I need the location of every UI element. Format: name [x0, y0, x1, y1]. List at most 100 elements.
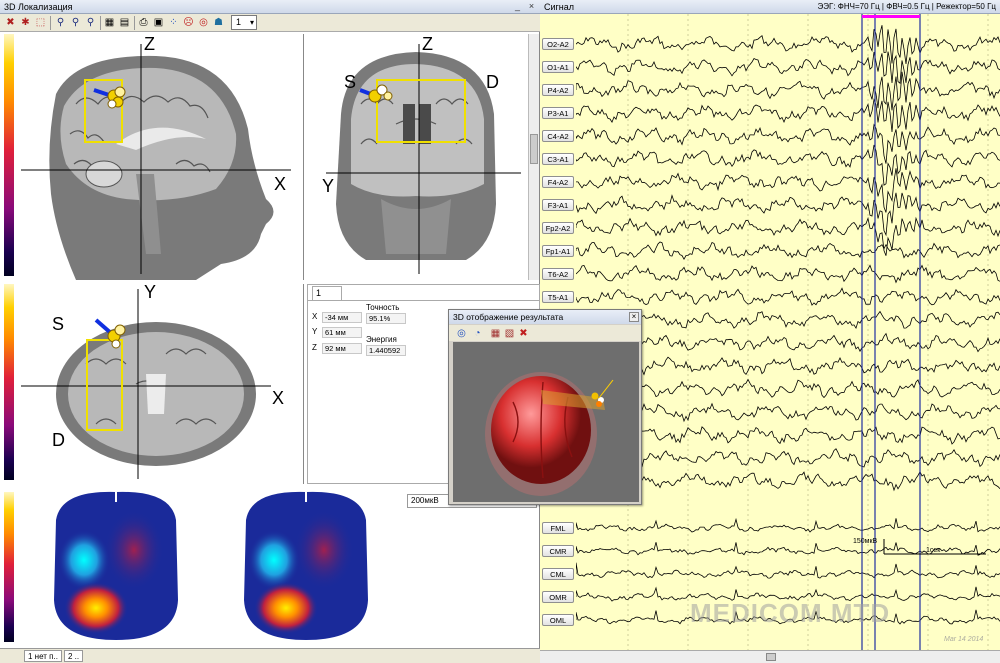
- info-tab[interactable]: 1: [312, 286, 342, 300]
- bottom-tab-2[interactable]: 2 ..: [64, 650, 84, 662]
- side-s-label-axial: S: [52, 314, 65, 334]
- pin-multi-icon[interactable]: ⚲: [69, 16, 82, 29]
- channel-button[interactable]: F3-A1: [542, 199, 574, 211]
- scale-time: 1сек: [926, 547, 941, 554]
- energy-value: 1.440592: [366, 345, 406, 356]
- pin-icon[interactable]: ⚲: [54, 16, 67, 29]
- channel-button[interactable]: T6-A2: [542, 268, 574, 280]
- energy-label: Энергия: [366, 335, 397, 344]
- channel-button[interactable]: Fp1-A1: [542, 245, 574, 257]
- selection-marker: [862, 15, 920, 18]
- signal-scrollbar[interactable]: [540, 650, 1000, 663]
- eeg-trace: [576, 25, 1000, 64]
- channel-button[interactable]: C4-A2: [542, 130, 574, 142]
- popup-3d-toolbar: ◎ ◔ ▦ ▧ ✖: [449, 325, 641, 341]
- channel-button[interactable]: P3-A1: [542, 107, 574, 119]
- sagittal-image: [21, 44, 291, 280]
- z-label: Z: [312, 343, 317, 352]
- axis-z-label: Z: [144, 34, 155, 54]
- pin-remove-icon[interactable]: ⚲: [84, 16, 97, 29]
- reset-view-icon[interactable]: ◔: [471, 327, 484, 340]
- side-d-label-axial: D: [52, 430, 65, 450]
- channel-button[interactable]: Fp2-A2: [542, 222, 574, 234]
- axis-y-label-coronal: Y: [322, 176, 335, 196]
- popup-close-button[interactable]: ×: [629, 312, 639, 322]
- colorbar-axial: [4, 284, 14, 480]
- brain-layer-icon[interactable]: ▧: [503, 327, 516, 340]
- eeg-trace: [576, 517, 1000, 533]
- close-button[interactable]: ×: [526, 1, 537, 12]
- scalp-maps-image: [54, 491, 368, 640]
- channel-button[interactable]: C3-A1: [542, 153, 574, 165]
- channel-button[interactable]: OMR: [542, 591, 574, 603]
- x-label: X: [312, 312, 318, 321]
- channel-button[interactable]: F4-A2: [542, 176, 574, 188]
- colorbar-maps: [4, 492, 14, 642]
- medicom-watermark: MEDICOM MTD: [690, 598, 891, 628]
- print-icon[interactable]: ⎙: [137, 16, 150, 29]
- head-icon[interactable]: ☹: [182, 16, 195, 29]
- popup-3d-result: 3D отображение результата × ◎ ◔ ▦ ▧ ✖: [448, 309, 642, 505]
- side-d-label-coronal: D: [486, 72, 499, 92]
- eeg-trace: [576, 51, 1000, 84]
- channel-button[interactable]: O2-A2: [542, 38, 574, 50]
- clear-icon[interactable]: ✖: [4, 16, 17, 29]
- scale-amplitude: 150мкВ: [853, 538, 878, 545]
- axial-view[interactable]: Y X S D: [16, 284, 304, 484]
- bottom-tab-1[interactable]: 1 нет п..: [24, 650, 62, 662]
- side-s-label-coronal: S: [344, 72, 357, 92]
- axis-x-label-axial: X: [272, 388, 285, 408]
- x-value: -34 мм: [322, 312, 362, 323]
- rotate-icon[interactable]: ◎: [455, 327, 468, 340]
- channel-button[interactable]: T5-A1: [542, 291, 574, 303]
- scalp-map-left: [54, 491, 178, 640]
- scalp-map-right: [244, 491, 368, 640]
- colorbar-sagittal: [4, 34, 14, 276]
- accuracy-label: Точность: [366, 303, 400, 312]
- eeg-trace: [576, 216, 1000, 256]
- target-icon[interactable]: ◎: [197, 16, 210, 29]
- filter-info: ЭЭГ: ФНЧ=70 Гц | ФВЧ=0.5 Гц | Режектор=5…: [817, 2, 996, 11]
- table-icon[interactable]: ▦: [103, 16, 116, 29]
- brain-3d-image: [485, 372, 614, 496]
- axis-y-label-axial: Y: [144, 284, 157, 302]
- slice-select[interactable]: 1: [231, 15, 257, 30]
- sagittal-view[interactable]: Z X: [16, 34, 304, 280]
- scalp-maps-view[interactable]: [16, 490, 406, 648]
- amplitude-select-value: 200мкВ: [411, 496, 439, 505]
- right-view-scrollbar[interactable]: [528, 34, 539, 280]
- channel-button[interactable]: FML: [542, 522, 574, 534]
- signal-title: Сигнал: [544, 2, 575, 12]
- channel-button[interactable]: CML: [542, 568, 574, 580]
- list-icon[interactable]: ▤: [118, 16, 131, 29]
- eeg-trace: [576, 264, 1000, 284]
- clear-all-icon[interactable]: ✱: [19, 16, 32, 29]
- y-value: 61 мм: [322, 327, 362, 338]
- remove-icon[interactable]: ✖: [517, 327, 530, 340]
- localization-titlebar: 3D Локализация _ ×: [0, 0, 540, 14]
- axis-z-label-coronal: Z: [422, 34, 433, 54]
- bottom-tabs: 1 нет п.. 2 ..: [0, 648, 540, 663]
- popup-3d-title: 3D отображение результата: [449, 310, 641, 324]
- channel-button[interactable]: O1-A1: [542, 61, 574, 73]
- z-value: 92 мм: [322, 343, 362, 354]
- popup-3d-render[interactable]: [453, 342, 639, 502]
- brain-3d-icon[interactable]: ☗: [212, 16, 225, 29]
- coronal-view[interactable]: Z Y S D: [306, 34, 528, 280]
- signal-titlebar: Сигнал ЭЭГ: ФНЧ=70 Гц | ФВЧ=0.5 Гц | Реж…: [540, 0, 1000, 14]
- eeg-trace: [576, 71, 1000, 111]
- dipole-icon[interactable]: ⁘: [167, 16, 180, 29]
- channel-button[interactable]: OML: [542, 614, 574, 626]
- channel-button[interactable]: CMR: [542, 545, 574, 557]
- axis-x-label: X: [274, 174, 287, 194]
- eeg-trace: [576, 562, 1000, 579]
- accuracy-value: 95.1%: [366, 313, 406, 324]
- eeg-trace: [576, 192, 1000, 237]
- layers-icon[interactable]: ▦: [489, 327, 502, 340]
- channel-button[interactable]: P4-A2: [542, 84, 574, 96]
- select-region-icon[interactable]: ⬚: [34, 16, 47, 29]
- grid-icon[interactable]: ▣: [152, 16, 165, 29]
- eeg-trace: [576, 287, 1000, 306]
- slice-select-value: 1: [236, 17, 242, 27]
- minimize-button[interactable]: _: [512, 1, 523, 12]
